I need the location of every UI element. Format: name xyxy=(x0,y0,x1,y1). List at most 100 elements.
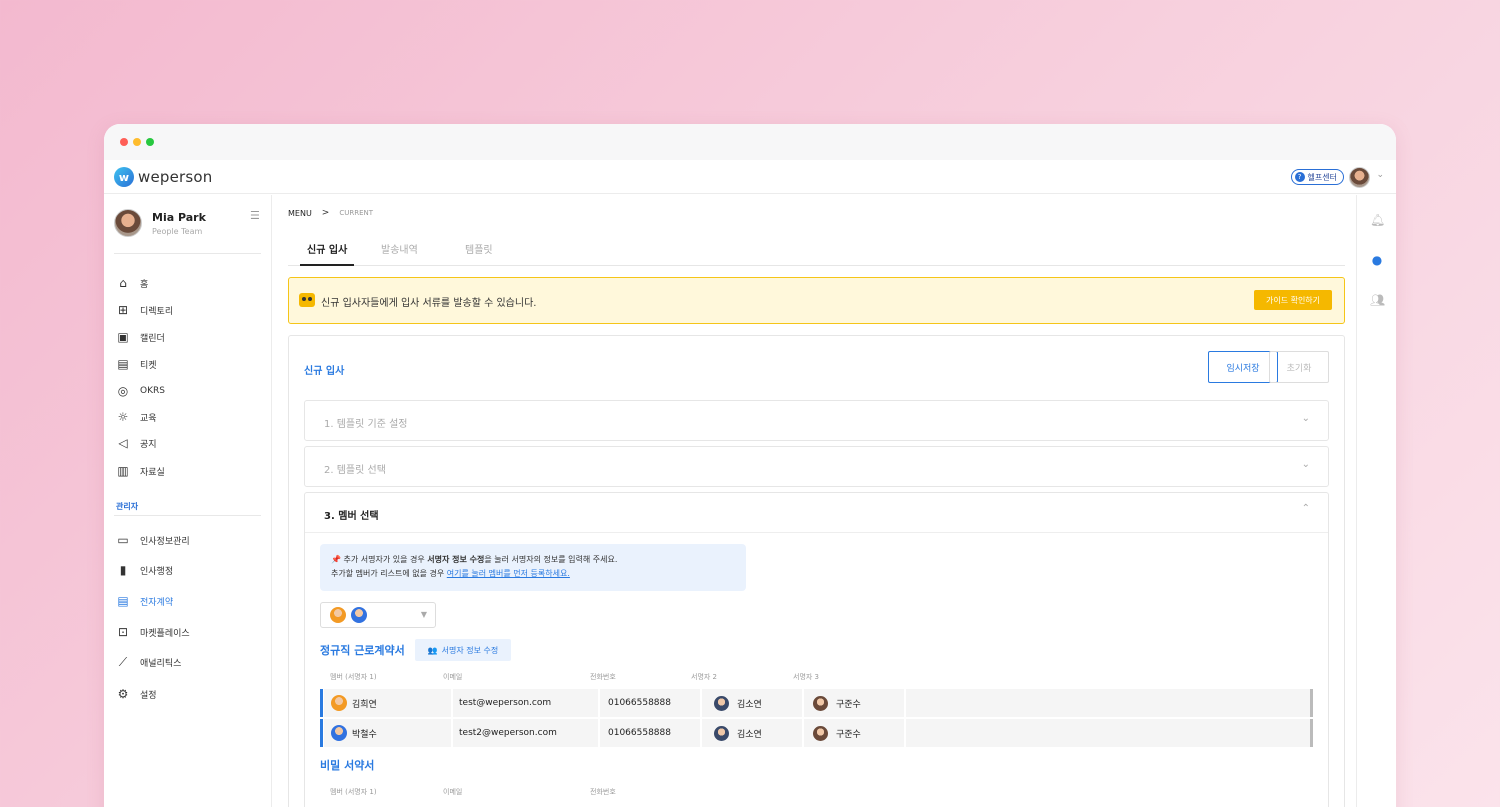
sidebar-item-settings[interactable]: ⚙ 설정 xyxy=(116,687,157,701)
breadcrumb-menu[interactable]: MENU xyxy=(288,209,312,218)
logo-mark-icon: w xyxy=(114,167,134,187)
empty-cell xyxy=(906,689,1313,717)
tab-new-hire[interactable]: 신규 입사 xyxy=(307,241,347,256)
tab-bar: 신규 입사 발송내역 템플릿 xyxy=(288,231,1345,266)
member-notice: 📌 추가 서명자가 있을 경우 서명자 정보 수정을 눌러 서명자의 정보를 입… xyxy=(320,544,746,591)
step-template-select[interactable]: 2. 템플릿 선택 ⌄ xyxy=(304,446,1329,487)
member-name: 김희연 xyxy=(352,699,377,710)
signer3-cell: 구준수 xyxy=(804,719,904,747)
minimize-window-button[interactable] xyxy=(133,138,141,146)
profile-team: People Team xyxy=(152,227,203,236)
chevron-down-icon[interactable]: ⌄ xyxy=(1376,170,1384,180)
folder-person-icon: ▭ xyxy=(117,533,129,547)
signer2-cell: 김소연 xyxy=(702,719,802,747)
sidebar-item-notice[interactable]: ◁ 공지 xyxy=(116,436,156,450)
hamburger-menu-icon[interactable]: ☰ xyxy=(250,209,260,222)
lightbulb-icon: ☼ xyxy=(117,410,129,424)
sidebar-item-e-contract[interactable]: ▤ 전자계약 xyxy=(116,594,173,608)
home-icon: ⌂ xyxy=(119,276,127,290)
caret-down-icon: ▼ xyxy=(420,610,427,619)
sidebar-item-okrs[interactable]: ◎ OKRS xyxy=(116,384,165,398)
notice-bold: 서명자 정보 수정 xyxy=(427,555,485,564)
sidebar-item-directory[interactable]: ⊞ 디렉토리 xyxy=(116,303,173,317)
step-template-criteria[interactable]: 1. 템플릿 기준 설정 ⌄ xyxy=(304,400,1329,441)
gift-icon: ⊡ xyxy=(117,625,129,639)
phone-cell: 01066558888 xyxy=(600,719,700,747)
signer-name: 김소연 xyxy=(737,729,762,740)
window-titlebar xyxy=(104,124,1396,160)
directory-icon: ⊞ xyxy=(117,303,129,317)
archive-icon: ▥ xyxy=(117,464,129,478)
sidebar-item-label: 인사행정 xyxy=(140,566,174,577)
guide-button[interactable]: 가이드 확인하기 xyxy=(1254,290,1332,310)
app-header: w weperson ? 헬프센터 ⌄ xyxy=(104,160,1396,194)
member-avatar xyxy=(331,695,347,711)
chevron-down-icon: ⌄ xyxy=(1301,413,1310,424)
step-member-select: 3. 멤버 선택 ⌃ 📌 추가 서명자가 있을 경우 서명자 정보 수정을 눌러… xyxy=(304,492,1329,807)
step-title: 3. 멤버 선택 xyxy=(324,511,379,522)
signer-name: 구준수 xyxy=(836,729,861,740)
help-center-button[interactable]: ? 헬프센터 xyxy=(1290,169,1344,185)
sidebar-item-label: OKRS xyxy=(140,386,165,396)
help-center-label: 헬프센터 xyxy=(1307,172,1337,182)
tab-templates[interactable]: 템플릿 xyxy=(465,241,493,256)
sidebar-item-archive[interactable]: ▥ 자료실 xyxy=(116,464,165,478)
empty-cell xyxy=(906,719,1313,747)
step-title: 2. 템플릿 선택 xyxy=(324,465,386,476)
row-scrollbar[interactable] xyxy=(1310,689,1313,717)
user-avatar[interactable] xyxy=(1349,167,1370,188)
sidebar-item-hr-info[interactable]: ▭ 인사정보관리 xyxy=(116,533,190,547)
bell-icon[interactable]: 🔔︎ xyxy=(1370,213,1385,227)
sidebar-item-label: 교육 xyxy=(140,413,157,424)
sidebar-item-analytics[interactable]: ⟋ 애널리틱스 xyxy=(116,655,182,670)
clock-icon[interactable]: ● xyxy=(1370,253,1384,267)
chevron-up-icon: ⌃ xyxy=(1301,503,1310,514)
contract-title: 비밀 서약서 xyxy=(320,759,375,772)
row-scrollbar[interactable] xyxy=(1310,719,1313,747)
step-header[interactable]: 3. 멤버 선택 ⌃ xyxy=(305,493,1328,533)
chevron-down-icon: ⌄ xyxy=(1301,459,1310,470)
edit-signer-button[interactable]: 👥 서명자 정보 수정 xyxy=(415,639,511,661)
signer-avatar xyxy=(813,725,828,741)
phone-cell: 01066558888 xyxy=(600,689,700,717)
sidebar-item-home[interactable]: ⌂ 홈 xyxy=(116,276,148,290)
register-member-link[interactable]: 여기를 눌러 멤버를 먼저 등록하세요. xyxy=(447,569,570,578)
column-header: 전화번호 xyxy=(590,788,616,796)
sidebar-item-calendar[interactable]: ▣ 캘린더 xyxy=(116,330,165,344)
sidebar-item-label: 홈 xyxy=(140,279,149,290)
mascot-icon xyxy=(299,293,315,307)
close-window-button[interactable] xyxy=(120,138,128,146)
reset-button[interactable]: 초기화 xyxy=(1269,351,1329,383)
member-dropdown[interactable]: ▼ xyxy=(320,602,436,628)
new-hire-card: 신규 입사 임시저장 초기화 1. 템플릿 기준 설정 ⌄ 2. 템플릿 선택 … xyxy=(288,335,1345,807)
maximize-window-button[interactable] xyxy=(146,138,154,146)
sidebar-item-hr-admin[interactable]: ▮ 인사행정 xyxy=(116,563,173,577)
edit-signer-label: 서명자 정보 수정 xyxy=(441,645,499,655)
member-avatar xyxy=(331,725,347,741)
save-draft-button[interactable]: 임시저장 xyxy=(1208,351,1278,383)
sidebar-item-ticket[interactable]: ▤ 티켓 xyxy=(116,357,157,371)
breadcrumb: MENU > CURRENT xyxy=(288,208,373,218)
sidebar-item-label: 인사정보관리 xyxy=(140,536,190,547)
table-row[interactable]: 박철수 test2@weperson.com 01066558888 김소연 구… xyxy=(320,719,1313,747)
table-row[interactable]: 김희연 test@weperson.com 01066558888 김소연 구준… xyxy=(320,689,1313,717)
weperson-logo[interactable]: w weperson xyxy=(114,167,213,187)
sidebar-divider xyxy=(114,515,261,516)
member-cell: 김희연 xyxy=(324,689,451,717)
email-cell: test@weperson.com xyxy=(453,689,598,717)
notice-text: 을 눌러 서명자의 정보를 입력해 주세요. xyxy=(484,555,618,564)
signer-name: 김소연 xyxy=(737,699,762,710)
tab-send-history[interactable]: 발송내역 xyxy=(381,241,418,256)
main-content: MENU > CURRENT 신규 입사 발송내역 템플릿 신규 입사자들에게 … xyxy=(273,195,1355,807)
sidebar-item-label: 티켓 xyxy=(140,360,157,371)
megaphone-icon: ◁ xyxy=(118,436,128,450)
card-title: 신규 입사 xyxy=(304,366,345,377)
info-banner: 신규 입사자들에게 입사 서류를 발송할 수 있습니다. 가이드 확인하기 xyxy=(288,277,1345,324)
sidebar-item-education[interactable]: ☼ 교육 xyxy=(116,410,157,424)
sidebar-item-marketplace[interactable]: ⊡ 마켓플레이스 xyxy=(116,625,190,639)
row-accent xyxy=(320,719,323,747)
people-icon[interactable]: 👥︎ xyxy=(1370,293,1385,307)
column-header: 이메일 xyxy=(443,673,463,681)
notice-line-2: 추가할 멤버가 리스트에 없을 경우 여기를 눌러 멤버를 먼저 등록하세요. xyxy=(331,568,570,579)
active-tab-indicator xyxy=(300,264,354,266)
